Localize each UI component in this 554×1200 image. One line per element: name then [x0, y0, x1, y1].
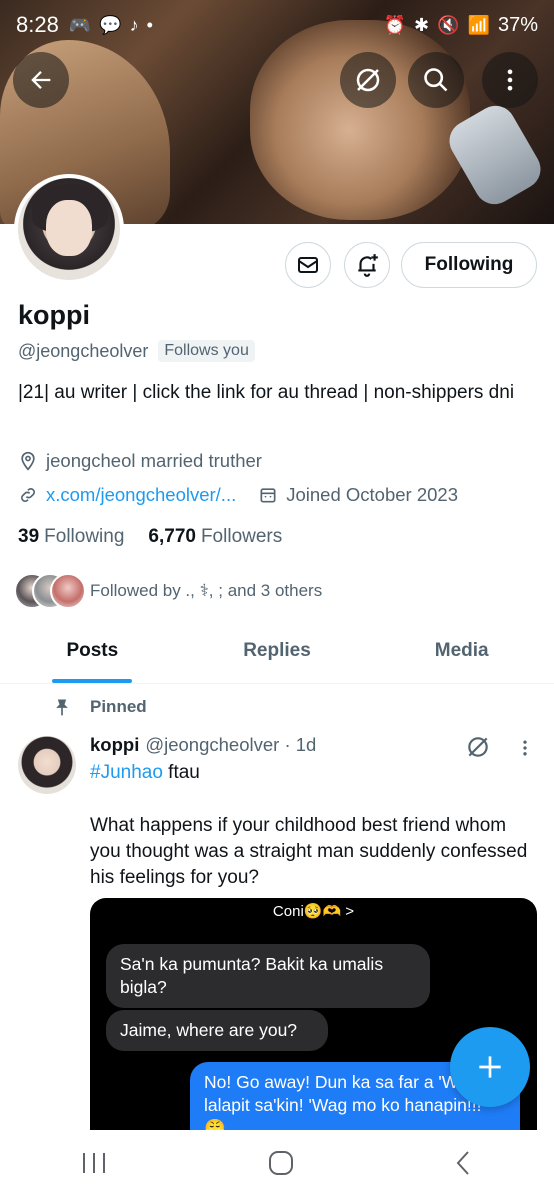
dot-icon: • [146, 14, 153, 35]
system-nav-bar [0, 1130, 554, 1200]
vertical-dots-icon [507, 69, 513, 91]
calendar-icon [260, 488, 276, 503]
post-author-avatar[interactable] [18, 736, 76, 794]
discord-icon: 🎮 [68, 14, 92, 35]
chat-bubble-incoming: Sa'n ka pumunta? Bakit ka umalis bigla? [106, 944, 430, 1008]
followed-by-text: Followed by ., ⚕, ; and 3 others [90, 581, 323, 600]
post-grok-button[interactable] [465, 734, 491, 765]
envelope-icon [298, 257, 318, 273]
location-text: jeongcheol married truther [46, 450, 262, 471]
back-button[interactable] [13, 52, 69, 108]
avatar [50, 573, 86, 609]
home-button[interactable] [267, 1149, 295, 1182]
location-row: jeongcheol married truther [18, 450, 262, 472]
following-button[interactable]: Following [401, 242, 537, 288]
back-arrow-icon [31, 71, 51, 89]
post-header: koppi @jeongcheolver · 1d [90, 734, 316, 756]
pinned-indicator: Pinned [52, 696, 147, 718]
status-bar: 8:28 🎮 💬 ♪ • ⏰ ✱ 🔇 📶 37% [0, 0, 554, 50]
bluetooth-icon: ✱ [414, 14, 430, 35]
hashtag-link[interactable]: #Junhao [90, 762, 163, 783]
status-time: 8:28 [16, 12, 59, 37]
follows-you-badge: Follows you [158, 340, 255, 362]
post-author-name[interactable]: koppi [90, 734, 139, 756]
vertical-dots-icon [523, 740, 527, 756]
mutual-avatars [14, 573, 86, 609]
location-pin-icon [21, 451, 35, 471]
grok-icon [356, 68, 380, 92]
display-name: koppi [18, 300, 90, 330]
profile-bio: |21| au writer | click the link for au t… [18, 382, 515, 403]
post-hashtag-line: #Junhao ftau [90, 762, 200, 784]
profile-tabs: Posts Replies Media [0, 618, 554, 684]
search-button[interactable] [408, 52, 464, 108]
grok-icon [468, 737, 488, 757]
follow-stats: 39 Following 6,770 Followers [18, 526, 282, 548]
notifications-button[interactable] [344, 242, 390, 288]
tab-replies[interactable]: Replies [185, 618, 370, 683]
joined-date: Joined October 2023 [286, 484, 458, 505]
hashtag-suffix: ftau [162, 762, 200, 783]
chevron-left-icon [456, 1150, 470, 1175]
battery-level: 37% [497, 13, 538, 36]
mute-icon: 🔇 [437, 14, 460, 35]
post-text: What happens if your childhood best frie… [90, 815, 528, 888]
system-back-button[interactable] [454, 1149, 474, 1182]
alarm-icon: ⏰ [383, 14, 407, 35]
recent-apps-button[interactable] [80, 1150, 108, 1181]
post-handle-time: @jeongcheolver · 1d [145, 734, 317, 755]
banner-image-part [250, 20, 470, 220]
chat-contact-title: Coni🥺🫶 > [272, 903, 355, 920]
tiktok-icon: ♪ [129, 14, 139, 35]
post-more-button[interactable] [518, 738, 532, 763]
plus-icon [479, 1056, 501, 1078]
following-stat[interactable]: 39 Following [18, 526, 124, 548]
more-options-button[interactable] [482, 52, 538, 108]
pin-icon [56, 699, 68, 716]
link-row: x.com/jeongcheolver/... Joined October 2… [18, 484, 458, 506]
grok-button[interactable] [340, 52, 396, 108]
message-button[interactable] [285, 242, 331, 288]
compose-button[interactable] [450, 1027, 530, 1107]
messenger-icon: 💬 [99, 14, 122, 35]
link-icon [21, 488, 35, 502]
tab-media[interactable]: Media [369, 618, 554, 683]
profile-link[interactable]: x.com/jeongcheolver/... [46, 484, 236, 506]
tab-posts[interactable]: Posts [0, 618, 185, 683]
recent-apps-icon [82, 1152, 105, 1173]
home-icon [268, 1150, 293, 1175]
search-icon [424, 68, 448, 92]
wifi-icon: 📶 [467, 14, 490, 35]
bell-plus-icon [358, 254, 378, 277]
chat-bubble-incoming: Jaime, where are you? [106, 1010, 328, 1051]
user-handle: @jeongcheolver [18, 340, 149, 361]
followed-by-row[interactable]: Followed by ., ⚕, ; and 3 others [14, 573, 322, 609]
profile-avatar[interactable] [14, 174, 124, 284]
followers-stat[interactable]: 6,770 Followers [148, 526, 282, 548]
pinned-label: Pinned [90, 697, 147, 716]
